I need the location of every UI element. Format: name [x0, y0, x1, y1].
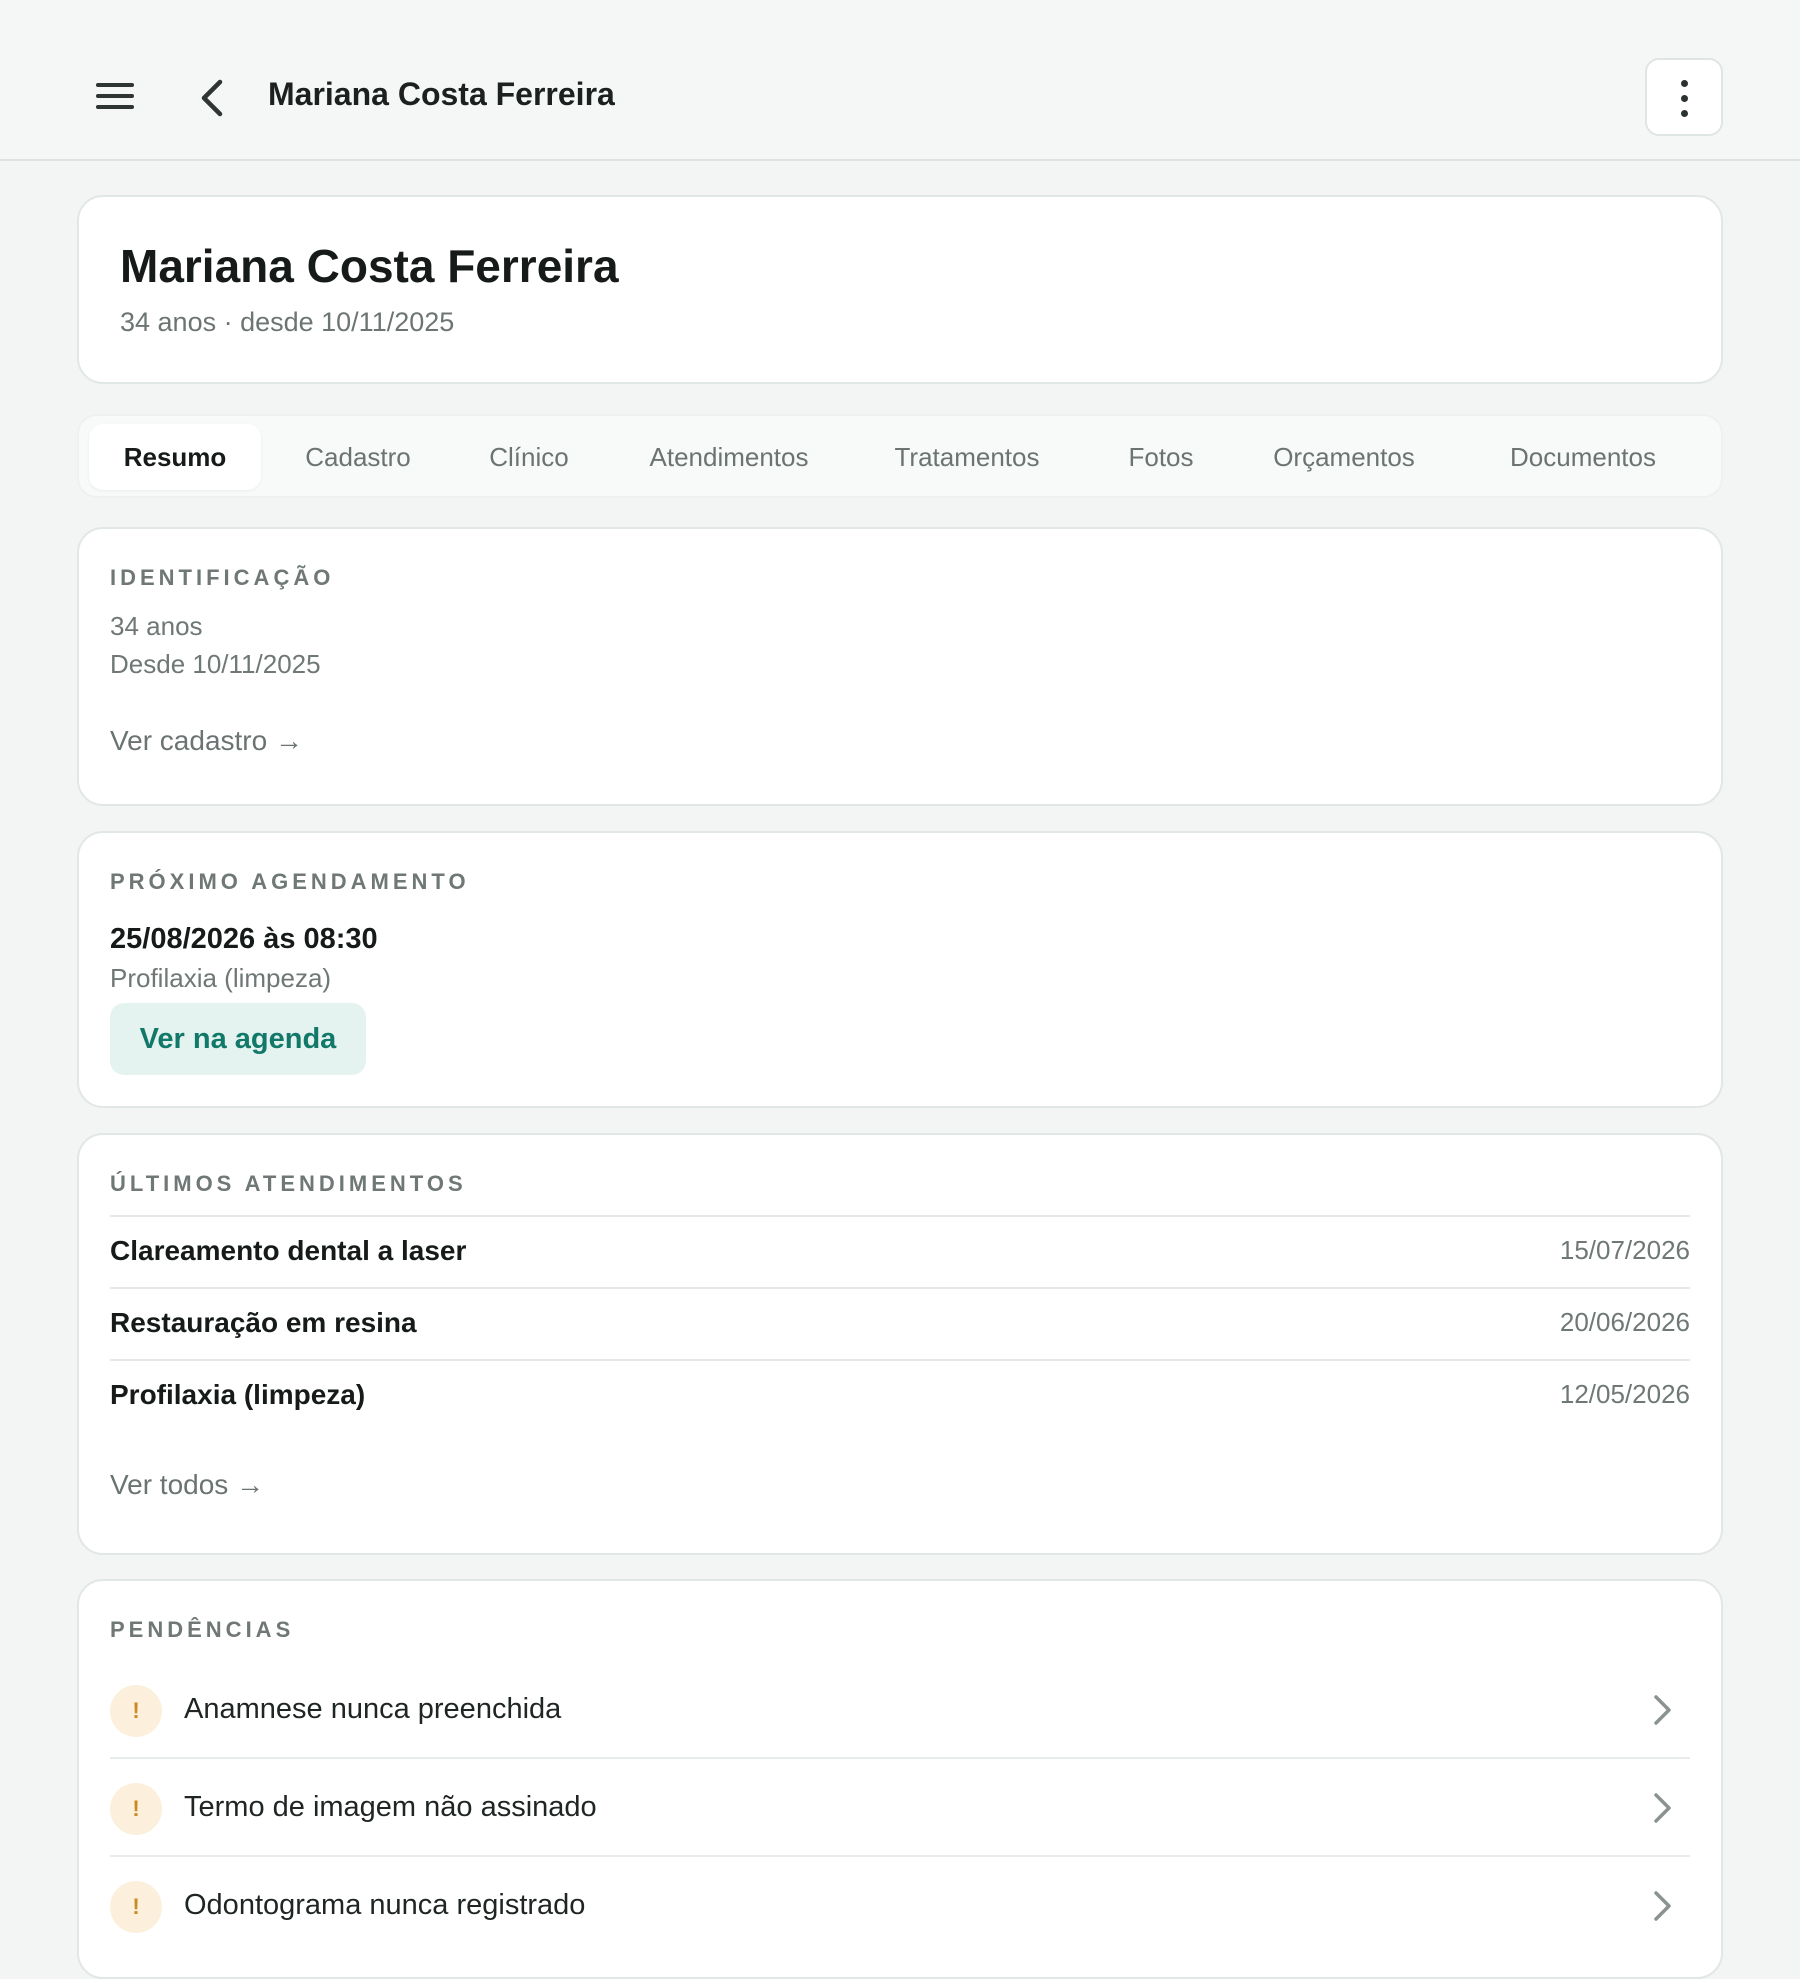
pending-text: Odontograma nunca registrado [184, 1889, 586, 1921]
view-registration-link[interactable]: Ver cadastro → [110, 725, 303, 757]
patient-name: Mariana Costa Ferreira [120, 240, 619, 292]
tab-resumo[interactable]: Resumo [89, 424, 261, 490]
tab-tratamentos[interactable]: Tratamentos [862, 424, 1072, 490]
tab-fotos[interactable]: Fotos [1101, 424, 1221, 490]
appointment-procedure: Profilaxia (limpeza) [110, 963, 332, 993]
table-row[interactable]: Clareamento dental a laser 15/07/2026 [110, 1215, 1690, 1287]
next-appointment-card: PRÓXIMO AGENDAMENTO 25/08/2026 às 08:30 … [77, 831, 1723, 1108]
identification-card: IDENTIFICAÇÃO 34 anos Desde 10/11/2025 V… [77, 527, 1723, 806]
more-vertical-icon[interactable] [1645, 58, 1723, 136]
warning-icon: ! [110, 1783, 162, 1835]
section-label: PRÓXIMO AGENDAMENTO [110, 869, 470, 894]
section-label: PENDÊNCIAS [110, 1617, 295, 1642]
table-row[interactable]: Profilaxia (limpeza) 12/05/2026 [110, 1359, 1690, 1431]
list-item[interactable]: ! Termo de imagem não assinado [110, 1759, 1690, 1857]
visit-date: 20/06/2026 [1559, 1307, 1690, 1337]
pending-card: PENDÊNCIAS ! Anamnese nunca preenchida !… [77, 1579, 1723, 1979]
section-label: IDENTIFICAÇÃO [110, 565, 335, 590]
patient-age: 34 anos [110, 611, 203, 641]
appointment-datetime: 25/08/2026 às 08:30 [110, 923, 378, 955]
section-label: ÚLTIMOS ATENDIMENTOS [110, 1171, 467, 1196]
list-item[interactable]: ! Odontograma nunca registrado [110, 1857, 1690, 1955]
list-item[interactable]: ! Anamnese nunca preenchida [110, 1661, 1690, 1759]
warning-icon: ! [110, 1685, 162, 1737]
view-all-link[interactable]: Ver todos → [110, 1469, 264, 1501]
visit-name: Clareamento dental a laser [110, 1235, 467, 1266]
visit-name: Profilaxia (limpeza) [110, 1379, 366, 1410]
visit-date: 12/05/2026 [1559, 1379, 1690, 1409]
tab-cadastro[interactable]: Cadastro [275, 424, 441, 490]
patient-header-card: Mariana Costa Ferreira 34 anos · desde 1… [77, 195, 1723, 384]
tab-bar: Resumo Cadastro Clínico Atendimentos Tra… [77, 414, 1723, 498]
tab-orcamentos[interactable]: Orçamentos [1244, 424, 1444, 490]
view-in-agenda-button[interactable]: Ver na agenda [110, 1003, 366, 1075]
patient-since: Desde 10/11/2025 [110, 649, 321, 679]
patient-subtitle: 34 anos · desde 10/11/2025 [120, 307, 455, 337]
warning-icon: ! [110, 1881, 162, 1933]
recent-visits-card: ÚLTIMOS ATENDIMENTOS Clareamento dental … [77, 1133, 1723, 1555]
table-row[interactable]: Restauração em resina 20/06/2026 [110, 1287, 1690, 1359]
chevron-right-icon [1654, 1793, 1671, 1823]
chevron-right-icon [1654, 1695, 1671, 1725]
menu-icon[interactable] [96, 78, 136, 114]
tab-documentos[interactable]: Documentos [1471, 424, 1695, 490]
tab-atendimentos[interactable]: Atendimentos [621, 424, 837, 490]
tab-clinico[interactable]: Clínico [459, 424, 599, 490]
page-title: Mariana Costa Ferreira [268, 76, 615, 112]
top-bar: Mariana Costa Ferreira [0, 0, 1800, 161]
pending-text: Termo de imagem não assinado [184, 1791, 597, 1823]
chevron-left-icon[interactable] [196, 78, 228, 118]
pending-text: Anamnese nunca preenchida [184, 1693, 562, 1725]
visit-date: 15/07/2026 [1559, 1235, 1690, 1265]
visit-name: Restauração em resina [110, 1307, 417, 1338]
chevron-right-icon [1654, 1891, 1671, 1921]
